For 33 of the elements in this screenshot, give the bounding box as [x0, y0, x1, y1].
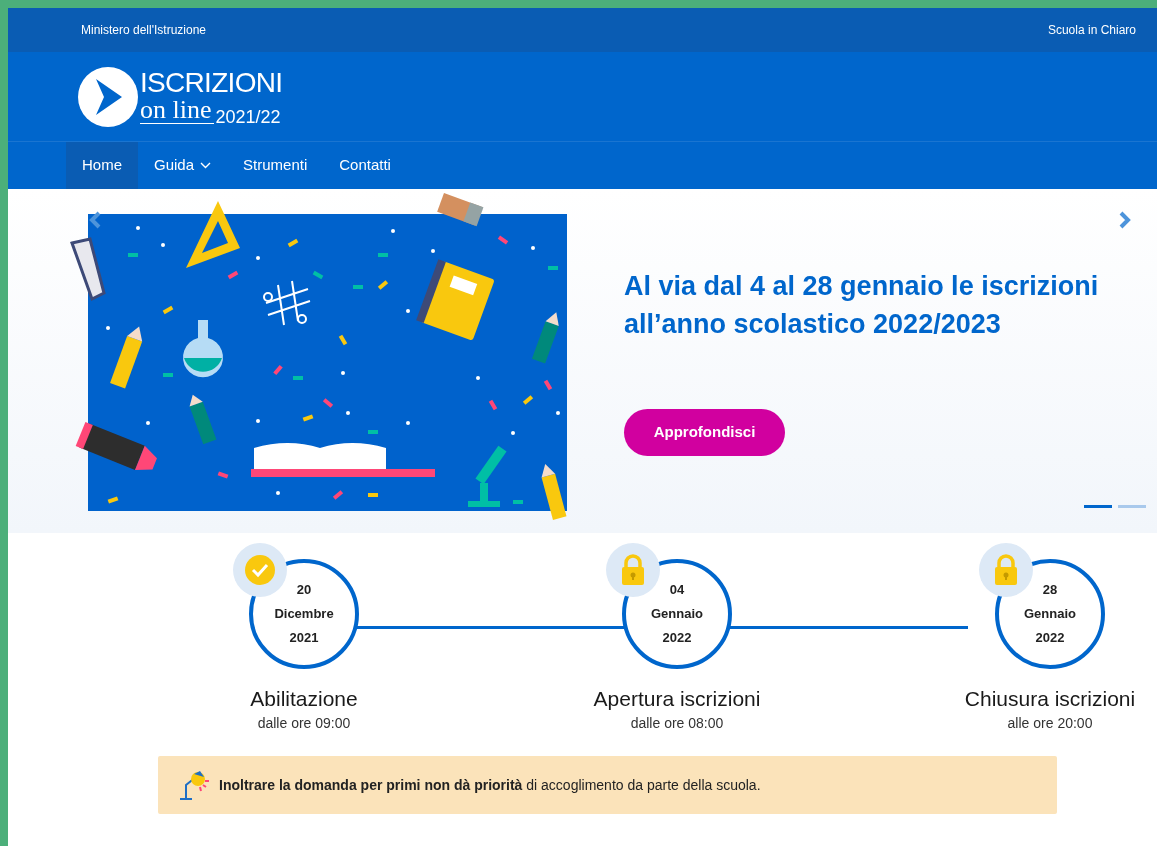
date-month: Gennaio: [1024, 605, 1076, 623]
step-time: dalle ore 08:00: [630, 714, 724, 733]
date-year: 2021: [289, 629, 319, 647]
date-day: 28: [1042, 578, 1058, 602]
logo-title: ISCRIZIONI: [140, 69, 283, 97]
nav-tab[interactable]: Home: [66, 142, 138, 189]
step-time: alle ore 20:00: [1007, 714, 1093, 733]
nav-tab[interactable]: Guida: [138, 142, 228, 189]
logo-year: 2021/22: [215, 108, 281, 126]
step-time: dalle ore 09:00: [257, 714, 351, 733]
read-more-button[interactable]: Approfondisci: [624, 409, 785, 456]
next-slide-icon[interactable]: [1118, 211, 1132, 229]
date-month: Gennaio: [651, 605, 703, 623]
previous-slide-icon[interactable]: [88, 211, 102, 229]
date-year: 2022: [1035, 629, 1065, 647]
logo-subtitle: on line: [140, 97, 214, 124]
padlock-icon: [993, 554, 1019, 586]
padlock-icon: [620, 554, 646, 586]
checkmark-icon: [244, 554, 276, 586]
nav-tab[interactable]: Strumenti: [227, 142, 324, 189]
step-title: Apertura iscrizioni: [593, 686, 761, 712]
date-day: 20: [296, 578, 312, 602]
school-link[interactable]: Scuola in Chiaro: [1047, 21, 1136, 39]
date-month: Dicembre: [274, 605, 334, 623]
ministry-link[interactable]: Ministero dell'Istruzione: [81, 21, 206, 39]
date-day: 04: [669, 578, 685, 602]
notice-text: Inoltrare la domanda per primi non dà priorità di accoglimento da parte della scuola.: [219, 775, 761, 795]
chevron-logo-icon: [78, 66, 138, 127]
step-title: Chiusura iscrizioni: [964, 686, 1136, 712]
nav-tab[interactable]: Contatti: [323, 142, 407, 189]
hero-heading: Al via dal 4 al 28 gennaio le iscrizioni all’anno scolastico 2022/2023: [624, 270, 1100, 341]
step-title: Abilitazione: [250, 686, 358, 712]
date-year: 2022: [662, 629, 692, 647]
